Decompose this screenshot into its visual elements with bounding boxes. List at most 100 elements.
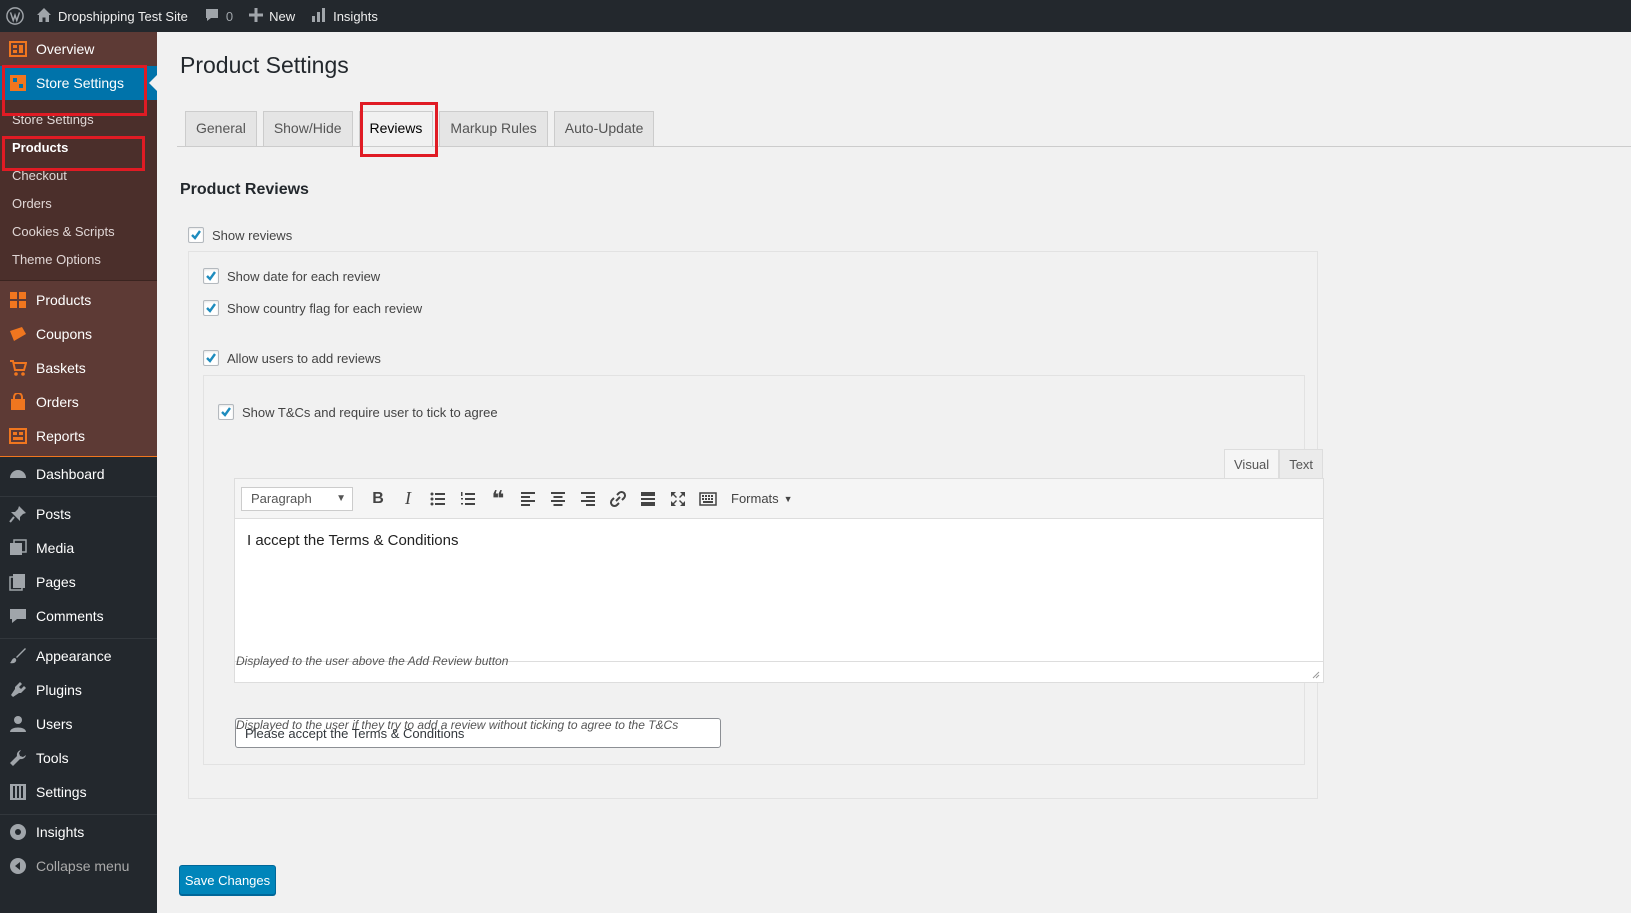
fullscreen-icon[interactable]: [663, 484, 693, 514]
show-reviews-label: Show reviews: [212, 227, 293, 243]
menu-baskets-label: Baskets: [36, 360, 86, 376]
new-content-link[interactable]: New: [241, 0, 303, 32]
keyboard-toolbar-toggle-icon[interactable]: [693, 484, 723, 514]
menu-settings[interactable]: Settings: [0, 775, 157, 809]
menu-posts[interactable]: Posts: [0, 497, 157, 531]
editor-tab-visual[interactable]: Visual: [1224, 449, 1280, 479]
home-icon: [36, 7, 52, 26]
submenu-orders[interactable]: Orders: [0, 190, 157, 218]
menu-settings-label: Settings: [36, 784, 87, 800]
menu-store-settings[interactable]: Store Settings: [0, 66, 157, 100]
tab-auto-update[interactable]: Auto-Update: [553, 111, 655, 146]
tcs-editor: Paragraph ▼ B I ❝ Formats ▼ I accept the…: [234, 478, 1324, 683]
show-date-option: Show date for each review: [203, 268, 380, 284]
bold-icon[interactable]: B: [363, 484, 393, 514]
submenu-theme-options[interactable]: Theme Options: [0, 246, 157, 274]
editor-description: Displayed to the user above the Add Revi…: [236, 654, 509, 668]
menu-pages[interactable]: Pages: [0, 565, 157, 599]
site-name-link[interactable]: Dropshipping Test Site: [28, 0, 196, 32]
menu-comments[interactable]: Comments: [0, 599, 157, 633]
main-content: Product Settings General Show/Hide Revie…: [157, 32, 1631, 913]
submenu-products[interactable]: Products: [0, 134, 157, 162]
menu-insights[interactable]: Insights: [0, 815, 157, 849]
menu-plugins[interactable]: Plugins: [0, 673, 157, 707]
formats-arrow-icon: ▼: [783, 493, 793, 504]
menu-media[interactable]: Media: [0, 531, 157, 565]
allow-add-checkbox[interactable]: [203, 350, 219, 366]
blockquote-icon[interactable]: ❝: [483, 484, 513, 514]
show-reviews-checkbox[interactable]: [188, 227, 204, 243]
tab-general[interactable]: General: [185, 111, 257, 146]
submenu-store-settings[interactable]: Store Settings: [0, 106, 157, 134]
menu-store-settings-label: Store Settings: [36, 75, 124, 91]
menu-overview[interactable]: Overview: [0, 32, 157, 66]
comments-link[interactable]: 0: [196, 0, 241, 32]
menu-tools[interactable]: Tools: [0, 741, 157, 775]
collapse-menu-button[interactable]: Collapse menu: [0, 849, 157, 883]
show-tcs-label: Show T&Cs and require user to tick to ag…: [242, 404, 498, 420]
menu-dashboard-label: Dashboard: [36, 466, 105, 482]
align-right-icon[interactable]: [573, 484, 603, 514]
menu-store-orders[interactable]: Orders: [0, 385, 157, 419]
shopping-bag-icon: [8, 392, 28, 412]
show-reviews-option: Show reviews: [188, 227, 292, 243]
allow-add-option: Allow users to add reviews: [203, 350, 381, 366]
submenu-cookies-scripts[interactable]: Cookies & Scripts: [0, 218, 157, 246]
menu-appearance-label: Appearance: [36, 648, 112, 664]
plus-icon: [249, 7, 264, 25]
formats-label: Formats: [731, 491, 779, 506]
align-center-icon[interactable]: [543, 484, 573, 514]
menu-coupons[interactable]: Coupons: [0, 317, 157, 351]
site-name: Dropshipping Test Site: [58, 8, 188, 24]
insights-label: Insights: [333, 8, 378, 24]
show-date-label: Show date for each review: [227, 268, 381, 284]
menu-reports[interactable]: Reports: [0, 419, 157, 453]
paragraph-format-select[interactable]: Paragraph ▼: [241, 486, 353, 511]
insights-icon: [8, 822, 28, 842]
menu-media-label: Media: [36, 540, 75, 556]
menu-products[interactable]: Products: [0, 283, 157, 317]
editor-tab-text[interactable]: Text: [1279, 449, 1324, 479]
show-flag-label: Show country flag for each review: [227, 300, 423, 316]
show-date-checkbox[interactable]: [203, 268, 219, 284]
collapse-arrow-icon: [8, 856, 28, 876]
menu-baskets[interactable]: Baskets: [0, 351, 157, 385]
italic-icon[interactable]: I: [393, 484, 423, 514]
collapse-menu-label: Collapse menu: [36, 858, 130, 874]
editor-content-area[interactable]: I accept the Terms & Conditions: [235, 519, 1323, 649]
bar-chart-icon: [311, 7, 327, 26]
menu-comments-label: Comments: [36, 608, 104, 624]
menu-appearance[interactable]: Appearance: [0, 639, 157, 673]
paragraph-select-value: Paragraph: [251, 491, 312, 506]
dashboard-gauge-icon: [8, 464, 28, 484]
insert-link-icon[interactable]: [603, 484, 633, 514]
bulleted-list-icon[interactable]: [423, 484, 453, 514]
paintbrush-icon: [8, 646, 28, 666]
align-left-icon[interactable]: [513, 484, 543, 514]
show-flag-option: Show country flag for each review: [203, 300, 422, 316]
submenu-checkout[interactable]: Checkout: [0, 162, 157, 190]
save-changes-button[interactable]: Save Changes: [179, 865, 276, 895]
wordpress-menu-group: Dashboard Posts Media Pages Comments App…: [0, 457, 157, 883]
wordpress-logo-icon[interactable]: [0, 0, 28, 32]
tab-reviews[interactable]: Reviews: [358, 111, 434, 147]
read-more-icon[interactable]: [633, 484, 663, 514]
tab-show-hide[interactable]: Show/Hide: [262, 111, 353, 146]
menu-reports-label: Reports: [36, 428, 86, 444]
store-menu-group: Overview Store Settings Store Settings P…: [0, 32, 157, 280]
show-flag-checkbox[interactable]: [203, 300, 219, 316]
show-tcs-checkbox[interactable]: [218, 404, 234, 420]
tab-markup-rules[interactable]: Markup Rules: [439, 111, 548, 146]
wrench-icon: [8, 748, 28, 768]
numbered-list-icon[interactable]: [453, 484, 483, 514]
menu-pages-label: Pages: [36, 574, 76, 590]
menu-users[interactable]: Users: [0, 707, 157, 741]
menu-users-label: Users: [36, 716, 73, 732]
pushpin-icon: [8, 504, 28, 524]
editor-toolbar: Paragraph ▼ B I ❝ Formats ▼: [235, 479, 1323, 519]
section-title: Product Reviews: [180, 181, 309, 198]
menu-dashboard[interactable]: Dashboard: [0, 457, 157, 491]
insights-link[interactable]: Insights: [303, 0, 386, 32]
resize-handle-icon[interactable]: [1310, 669, 1320, 679]
formats-dropdown[interactable]: Formats ▼: [731, 491, 793, 506]
